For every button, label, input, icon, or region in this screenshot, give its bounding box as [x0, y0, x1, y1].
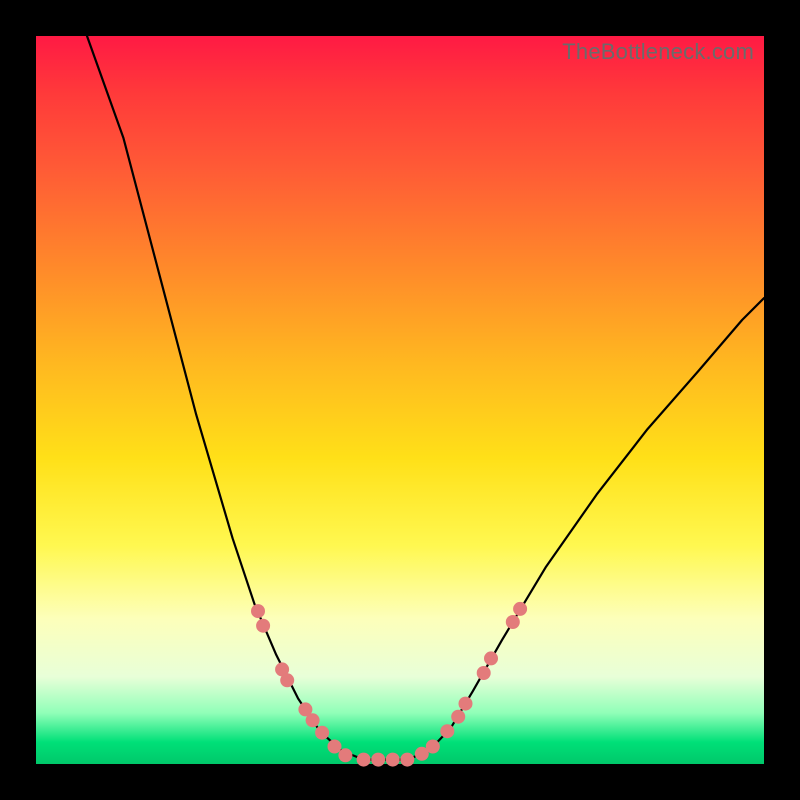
chart-svg: [36, 36, 764, 764]
marker-dot: [506, 615, 520, 629]
marker-group: [251, 602, 527, 767]
marker-dot: [256, 619, 270, 633]
chart-container: TheBottleneck.com: [0, 0, 800, 800]
marker-dot: [477, 666, 491, 680]
plot-area: TheBottleneck.com: [36, 36, 764, 764]
marker-dot: [280, 673, 294, 687]
marker-dot: [357, 753, 371, 767]
marker-dot: [386, 753, 400, 767]
marker-dot: [315, 726, 329, 740]
marker-dot: [328, 740, 342, 754]
marker-dot: [251, 604, 265, 618]
marker-dot: [371, 753, 385, 767]
marker-dot: [426, 740, 440, 754]
marker-dot: [306, 713, 320, 727]
marker-dot: [484, 651, 498, 665]
marker-dot: [459, 697, 473, 711]
marker-dot: [440, 724, 454, 738]
marker-dot: [513, 602, 527, 616]
marker-dot: [400, 753, 414, 767]
bottleneck-curve: [87, 36, 764, 760]
marker-dot: [451, 710, 465, 724]
marker-dot: [338, 748, 352, 762]
